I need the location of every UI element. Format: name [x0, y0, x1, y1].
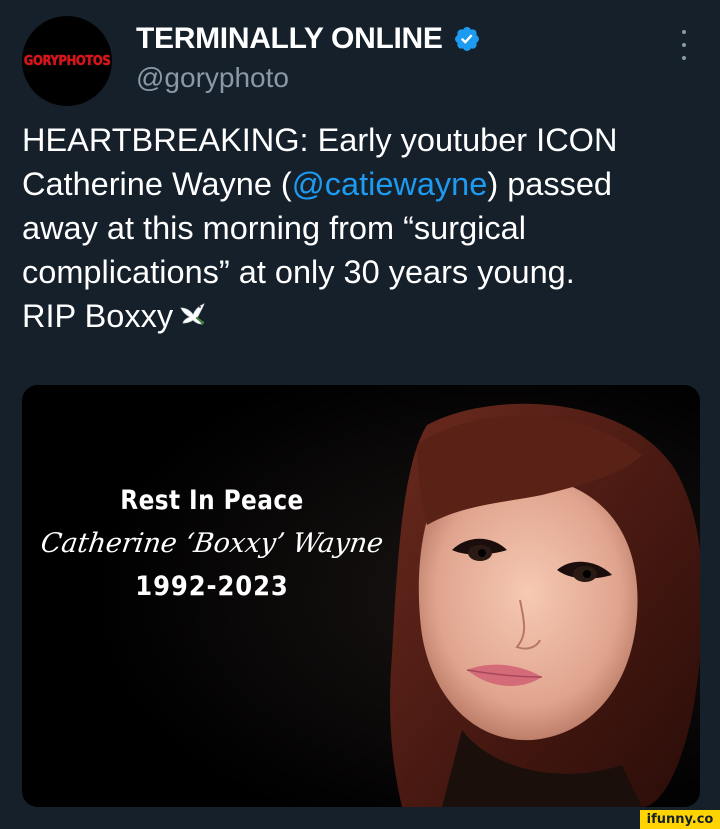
dove-icon — [177, 298, 209, 328]
author-handle[interactable]: @goryphoto — [136, 62, 289, 94]
tweet[interactable]: GORYPHOTOS TERMINALLY ONLINE @goryphoto … — [0, 0, 720, 829]
tweet-media[interactable]: Rest In Peace Catherine ‘Boxxy’ Wayne 19… — [22, 385, 700, 807]
avatar-logo-text: GORYPHOTOS — [23, 53, 111, 69]
author-display-name[interactable]: TERMINALLY ONLINE — [136, 22, 443, 56]
avatar[interactable]: GORYPHOTOS — [22, 16, 112, 106]
caption-title: Rest In Peace — [120, 485, 304, 516]
caption-dates: 1992-2023 — [135, 571, 289, 602]
ifunny-watermark: ifunny.co — [640, 810, 720, 829]
caption-name: Catherine ‘Boxxy’ Wayne — [38, 528, 386, 559]
author-name-row: TERMINALLY ONLINE — [136, 22, 481, 56]
verified-badge-icon — [453, 25, 481, 53]
mention-link[interactable]: @catiewayne — [292, 166, 488, 202]
memorial-caption: Rest In Peace Catherine ‘Boxxy’ Wayne 19… — [22, 485, 402, 602]
more-options-icon[interactable] — [676, 30, 692, 60]
tweet-text: HEARTBREAKING: Early youtuber ICON Cathe… — [22, 118, 712, 338]
